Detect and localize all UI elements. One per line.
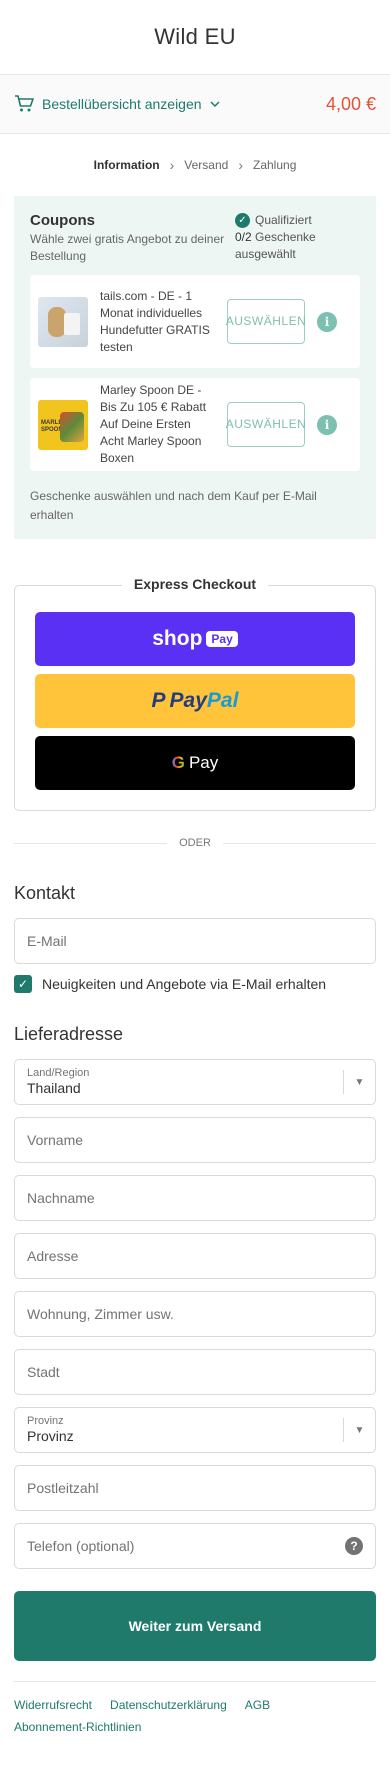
google-pay-button[interactable]: G Pay [35, 736, 355, 790]
chevron-right-icon: › [169, 157, 175, 173]
shop-pay-button[interactable]: shop Pay [35, 612, 355, 666]
select-offer-button[interactable]: AUSWÄHLEN [226, 402, 306, 447]
newsletter-checkbox[interactable]: ✓ [14, 975, 32, 993]
or-divider: ODER [14, 837, 376, 849]
last-name-input[interactable] [27, 1190, 363, 1206]
order-summary-toggle[interactable]: Bestellübersicht anzeigen [14, 94, 220, 114]
breadcrumb: Information › Versand › Zahlung [0, 134, 390, 196]
offer-text: Marley Spoon DE - Bis Zu 105 € Rabatt Au… [100, 383, 207, 465]
or-divider-label: ODER [179, 837, 211, 849]
city-input[interactable] [27, 1364, 363, 1380]
google-icon: G [171, 753, 185, 772]
paypal-wordmark-pay: Pay [169, 689, 207, 712]
address-input[interactable] [27, 1248, 363, 1264]
qualified-label: Qualifiziert [255, 213, 312, 227]
country-label: Land/Region [27, 1067, 90, 1079]
coupons-note: Geschenke auswählen und nach dem Kauf pe… [30, 489, 317, 522]
order-summary-bar: Bestellübersicht anzeigen 4,00 € [0, 74, 390, 134]
express-checkout-title: Express Checkout [121, 576, 269, 592]
last-name-field[interactable] [14, 1175, 376, 1221]
info-icon[interactable]: i [317, 414, 337, 435]
offer-logo: MARLEY SPOON [41, 419, 67, 433]
province-select[interactable]: Provinz Provinz ▼ [14, 1407, 376, 1453]
coupons-panel: Coupons Wähle zwei gratis Angebot zu dei… [14, 196, 376, 539]
check-icon: ✓ [235, 213, 250, 228]
info-icon[interactable]: i [317, 311, 337, 332]
postal-code-field[interactable] [14, 1465, 376, 1511]
help-icon[interactable]: ? [345, 1537, 363, 1555]
country-value: Thailand [27, 1080, 81, 1096]
footer-link-privacy[interactable]: Datenschutzerklärung [110, 1698, 227, 1712]
chevron-down-icon: ▼ [343, 1418, 375, 1442]
shipping-title: Lieferadresse [14, 1024, 124, 1044]
newsletter-row: ✓ Neuigkeiten und Angebote via E-Mail er… [14, 974, 376, 994]
phone-input[interactable] [27, 1538, 363, 1554]
first-name-input[interactable] [27, 1132, 363, 1148]
qualified-status: ✓ Qualifiziert 0/2 Geschenke ausgewählt [235, 212, 360, 265]
paypal-button[interactable]: P Pay Pal [35, 674, 355, 728]
offer-text: tails.com - DE - 1 Monat individuelles H… [100, 288, 210, 354]
country-select[interactable]: Land/Region Thailand ▼ [14, 1059, 376, 1105]
first-name-field[interactable] [14, 1117, 376, 1163]
continue-to-shipping-button[interactable]: Weiter zum Versand [14, 1591, 376, 1661]
email-field[interactable] [14, 918, 376, 964]
chevron-down-icon [210, 99, 220, 109]
footer-link-subscription[interactable]: Abonnement-Richtlinien [14, 1720, 141, 1734]
select-offer-button[interactable]: AUSWÄHLEN [226, 299, 306, 344]
contact-title: Kontakt [14, 883, 76, 903]
city-field[interactable] [14, 1349, 376, 1395]
offer-image [38, 296, 88, 347]
store-header: Wild EU [0, 0, 390, 74]
email-input[interactable] [27, 933, 363, 949]
breadcrumb-information: Information [93, 158, 160, 172]
footer-link-terms[interactable]: AGB [245, 1698, 270, 1712]
shop-pay-badge: Pay [206, 631, 238, 647]
phone-field[interactable]: ? [14, 1523, 376, 1569]
paypal-wordmark-pal: Pal [206, 689, 239, 712]
coupons-subtitle: Wähle zwei gratis Angebot zu deiner Best… [30, 232, 225, 263]
paypal-icon: P [151, 689, 166, 712]
chevron-right-icon: › [238, 157, 243, 173]
footer-link-withdrawal[interactable]: Widerrufsrecht [14, 1698, 92, 1712]
apartment-input[interactable] [27, 1306, 363, 1322]
postal-code-input[interactable] [27, 1480, 363, 1496]
google-pay-label: Pay [188, 753, 219, 772]
offer-card: MARLEY SPOON Marley Spoon DE - Bis Zu 10… [30, 378, 360, 471]
address-field[interactable] [14, 1233, 376, 1279]
apartment-field[interactable] [14, 1291, 376, 1337]
breadcrumb-payment: Zahlung [253, 158, 297, 172]
express-checkout: Express Checkout shop Pay P Pay Pal G Pay [14, 576, 376, 811]
province-label: Provinz [27, 1415, 64, 1427]
newsletter-label: Neuigkeiten und Angebote via E-Mail erha… [42, 976, 327, 992]
cart-icon [14, 94, 34, 114]
coupons-title: Coupons [30, 212, 95, 229]
chevron-down-icon: ▼ [343, 1070, 375, 1094]
offer-image: MARLEY SPOON [38, 399, 88, 450]
order-summary-label: Bestellübersicht anzeigen [42, 96, 202, 112]
breadcrumb-shipping: Versand [184, 158, 229, 172]
policy-footer: Widerrufsrecht Datenschutzerklärung AGB … [14, 1681, 376, 1734]
offer-card: tails.com - DE - 1 Monat individuelles H… [30, 275, 360, 368]
order-total: 4,00 € [325, 93, 376, 114]
store-title[interactable]: Wild EU [154, 24, 236, 50]
gift-count: 0/2 [235, 230, 252, 244]
shop-pay-wordmark: shop [152, 627, 203, 650]
province-value: Provinz [27, 1428, 74, 1444]
